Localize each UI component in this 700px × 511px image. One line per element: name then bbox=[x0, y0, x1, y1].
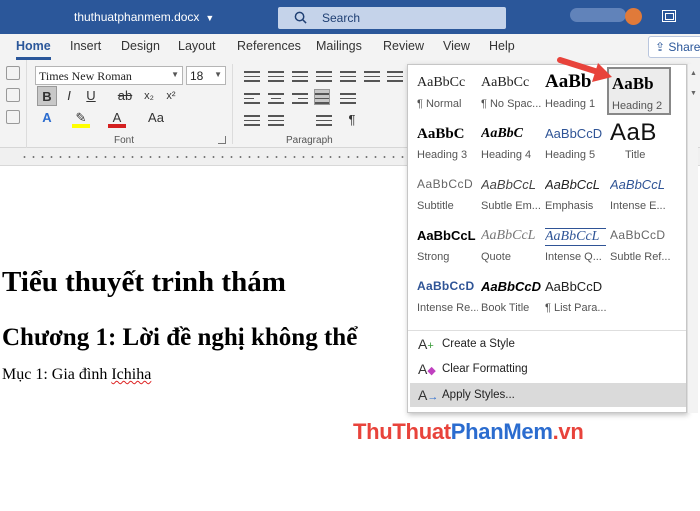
font-size-select[interactable]: 18 ▼ bbox=[186, 66, 226, 85]
apply-styles-icon: A→ bbox=[418, 387, 439, 403]
style-no-spacing[interactable]: AaBbCc ¶ No Spac... bbox=[478, 67, 542, 115]
sort-ascending-icon[interactable] bbox=[316, 112, 332, 128]
style-intense-emphasis[interactable]: AaBbCcL Intense E... bbox=[607, 169, 671, 217]
italic-button[interactable]: I bbox=[60, 86, 78, 106]
style-heading-5[interactable]: AaBbCcD Heading 5 bbox=[542, 118, 606, 166]
group-divider bbox=[232, 64, 233, 144]
subscript-button[interactable]: x₂ bbox=[140, 86, 158, 106]
align-left-icon[interactable] bbox=[244, 90, 260, 106]
menu-divider bbox=[408, 330, 686, 331]
font-name-select[interactable]: Times New Roman ▼ bbox=[35, 66, 183, 85]
clear-formatting-item[interactable]: A◆ Clear Formatting bbox=[410, 357, 686, 381]
style-intense-quote[interactable]: AaBbCcL Intense Q... bbox=[542, 220, 606, 268]
strikethrough-button[interactable]: ab bbox=[114, 86, 136, 106]
change-case-button[interactable]: Aa bbox=[143, 108, 169, 128]
cut-icon[interactable] bbox=[6, 66, 20, 80]
search-placeholder: Search bbox=[322, 11, 361, 25]
chevron-down-icon: ▼ bbox=[171, 70, 179, 79]
chevron-down-icon: ▼ bbox=[214, 70, 222, 79]
watermark: ThuThuatPhanMem.vn bbox=[353, 419, 584, 444]
align-right-icon[interactable] bbox=[292, 90, 308, 106]
justify-icon[interactable] bbox=[314, 89, 330, 105]
line-spacing-icon[interactable] bbox=[340, 90, 356, 106]
increase-indent-icon[interactable] bbox=[340, 68, 356, 84]
tab-references[interactable]: References bbox=[237, 39, 301, 53]
style-heading-2[interactable]: AaBb Heading 2 bbox=[607, 67, 671, 115]
style-normal[interactable]: AaBbCc ¶ Normal bbox=[414, 67, 478, 115]
paragraph-group-label: Paragraph bbox=[286, 135, 333, 146]
style-subtle-reference[interactable]: AaBbCcD Subtle Ref... bbox=[607, 220, 671, 268]
tab-review[interactable]: Review bbox=[383, 39, 424, 53]
chevron-up-icon[interactable]: ▲ bbox=[690, 70, 697, 77]
clipboard-group bbox=[0, 60, 27, 148]
tab-insert[interactable]: Insert bbox=[70, 39, 101, 53]
annotation-arrow bbox=[557, 57, 612, 82]
bold-button[interactable]: B bbox=[37, 86, 57, 106]
create-style-item[interactable]: A+ Create a Style bbox=[410, 332, 686, 356]
search-box[interactable]: Search bbox=[278, 7, 506, 29]
decrease-indent-icon[interactable] bbox=[316, 68, 332, 84]
heading-1-text[interactable]: Tiểu thuyết trinh thám bbox=[2, 266, 286, 299]
text-effects-button[interactable]: A bbox=[38, 108, 56, 128]
borders-icon[interactable] bbox=[268, 112, 284, 128]
font-color-button[interactable]: A bbox=[108, 108, 126, 128]
heading-2-text[interactable]: Chương 1: Lời đề nghị không thể bbox=[2, 324, 357, 352]
style-quote[interactable]: AaBbCcL Quote bbox=[478, 220, 542, 268]
tab-view[interactable]: View bbox=[443, 39, 470, 53]
style-intense-reference[interactable]: AaBbCcD Intense Re... bbox=[414, 271, 478, 319]
font-dialog-launcher-icon[interactable] bbox=[218, 136, 226, 144]
misspelled-word[interactable]: Ichiha bbox=[111, 366, 151, 383]
multilevel-list-icon[interactable] bbox=[292, 68, 308, 84]
pilcrow-icon[interactable]: ¶ bbox=[344, 110, 360, 130]
style-subtitle[interactable]: AaBbCcD Subtitle bbox=[414, 169, 478, 217]
style-emphasis[interactable]: AaBbCcL Emphasis bbox=[542, 169, 606, 217]
style-subtle-emphasis[interactable]: AaBbCcL Subtle Em... bbox=[478, 169, 542, 217]
align-center-icon[interactable] bbox=[268, 90, 284, 106]
ribbon-display-icon[interactable] bbox=[662, 10, 676, 22]
highlighter-icon: ✎ bbox=[75, 110, 87, 125]
title-bar: thuthuatphanmem.docx ▼ Search bbox=[0, 0, 700, 34]
gallery-scrollbar[interactable]: ▲ ▼ bbox=[687, 64, 698, 413]
underline-button[interactable]: U bbox=[82, 86, 100, 106]
style-strong[interactable]: AaBbCcL Strong bbox=[414, 220, 478, 268]
share-icon: ⇪ bbox=[655, 40, 669, 54]
chevron-down-icon[interactable]: ▼ bbox=[690, 90, 697, 97]
font-group-label: Font bbox=[114, 135, 135, 146]
style-title[interactable]: AaB Title bbox=[607, 118, 671, 166]
tab-home[interactable]: Home bbox=[16, 39, 51, 60]
shading-icon[interactable] bbox=[244, 112, 260, 128]
chevron-down-icon: ▼ bbox=[205, 13, 215, 23]
highlight-button[interactable]: ✎ bbox=[72, 108, 90, 128]
avatar[interactable] bbox=[625, 8, 642, 25]
show-formatting-icon[interactable] bbox=[387, 68, 403, 84]
apply-styles-item[interactable]: A→ Apply Styles... bbox=[410, 383, 686, 407]
body-paragraph[interactable]: Mục 1: Gia đình Ichiha bbox=[2, 366, 151, 384]
sort-icon[interactable] bbox=[364, 68, 380, 84]
format-painter-icon[interactable] bbox=[6, 110, 20, 124]
style-heading-3[interactable]: AaBbC Heading 3 bbox=[414, 118, 478, 166]
style-book-title[interactable]: AaBbCcD Book Title bbox=[478, 271, 542, 319]
search-icon bbox=[294, 11, 307, 24]
tab-help[interactable]: Help bbox=[489, 39, 515, 53]
superscript-button[interactable]: x² bbox=[162, 86, 180, 106]
bullets-icon[interactable] bbox=[244, 68, 260, 84]
share-button[interactable]: ⇪ Share bbox=[648, 36, 700, 58]
account-name[interactable] bbox=[570, 8, 626, 22]
style-list-paragraph[interactable]: AaBbCcD ¶ List Para... bbox=[542, 271, 606, 319]
clear-formatting-icon: A◆ bbox=[418, 361, 436, 377]
tab-layout[interactable]: Layout bbox=[178, 39, 216, 53]
tab-design[interactable]: Design bbox=[121, 39, 160, 53]
copy-icon[interactable] bbox=[6, 88, 20, 102]
document-name[interactable]: thuthuatphanmem.docx ▼ bbox=[74, 10, 214, 24]
style-heading-4[interactable]: AaBbC Heading 4 bbox=[478, 118, 542, 166]
numbering-icon[interactable] bbox=[268, 68, 284, 84]
create-style-icon: A+ bbox=[418, 336, 434, 352]
tab-mailings[interactable]: Mailings bbox=[316, 39, 362, 53]
styles-gallery: AaBbCc ¶ Normal AaBbCc ¶ No Spac... AaBb He… bbox=[407, 64, 687, 413]
